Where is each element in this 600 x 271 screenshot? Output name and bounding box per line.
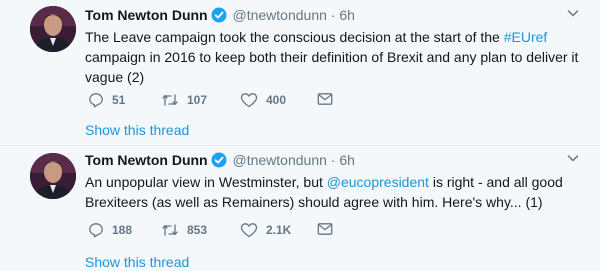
tweet-actions: 51 107 400: [85, 92, 485, 110]
reply-icon: [89, 93, 103, 108]
tweet[interactable]: Tom Newton Dunn @tnewtondunn · 6h The Le…: [0, 0, 600, 146]
avatar[interactable]: [30, 153, 76, 199]
show-thread-link[interactable]: Show this thread: [85, 254, 189, 270]
author-name[interactable]: Tom Newton Dunn: [85, 7, 208, 23]
tweet-actions: 188 853 2.1K: [85, 222, 485, 240]
retweet-count: 853: [187, 223, 208, 237]
tweet-body: Tom Newton Dunn @tnewtondunn · 6h The Le…: [85, 6, 580, 138]
retweet-button[interactable]: 107: [161, 92, 207, 108]
separator-dot: ·: [330, 152, 336, 168]
reply-count: 51: [112, 93, 126, 107]
retweet-icon: [162, 224, 178, 236]
message-icon: [317, 93, 333, 105]
chevron-down-icon[interactable]: [566, 151, 580, 165]
tweet-header: Tom Newton Dunn @tnewtondunn · 6h: [85, 6, 580, 27]
verified-badge-icon: [211, 7, 227, 27]
reply-icon: [89, 223, 103, 238]
reply-button[interactable]: 188: [88, 222, 132, 238]
tweet-text-segment: The Leave campaign took the conscious de…: [85, 29, 504, 45]
tweet-header: Tom Newton Dunn @tnewtondunn · 6h: [85, 151, 580, 172]
hashtag-link[interactable]: #EUref: [504, 29, 548, 45]
like-button[interactable]: 2.1K: [240, 222, 291, 238]
tweet-text-segment: An unpopular view in Westminster, but: [85, 174, 327, 190]
timestamp[interactable]: 6h: [339, 7, 355, 23]
reply-button[interactable]: 51: [88, 92, 125, 108]
like-count: 2.1K: [266, 223, 292, 237]
message-icon: [317, 223, 333, 235]
reply-count: 188: [112, 223, 133, 237]
verified-badge-icon: [211, 152, 227, 172]
show-thread-link[interactable]: Show this thread: [85, 122, 189, 138]
tweet-text: An unpopular view in Westminster, but @e…: [85, 172, 580, 212]
mention-link[interactable]: @eucopresident: [327, 174, 429, 190]
author-handle[interactable]: @tnewtondunn: [233, 7, 327, 23]
message-button[interactable]: [317, 222, 333, 236]
tweet-text: The Leave campaign took the conscious de…: [85, 27, 580, 87]
message-button[interactable]: [317, 92, 333, 106]
retweet-button[interactable]: 853: [161, 222, 207, 238]
avatar[interactable]: [30, 6, 76, 52]
chevron-down-icon[interactable]: [566, 6, 580, 20]
retweet-count: 107: [187, 93, 208, 107]
like-icon: [240, 223, 258, 238]
tweet[interactable]: Tom Newton Dunn @tnewtondunn · 6h An unp…: [0, 146, 600, 271]
separator-dot: ·: [330, 7, 336, 23]
retweet-icon: [162, 94, 178, 106]
like-count: 400: [266, 93, 287, 107]
timestamp[interactable]: 6h: [339, 152, 355, 168]
like-button[interactable]: 400: [240, 92, 286, 108]
tweet-text-segment: campaign in 2016 to keep both their defi…: [85, 49, 579, 85]
author-handle[interactable]: @tnewtondunn: [233, 152, 327, 168]
author-name[interactable]: Tom Newton Dunn: [85, 152, 208, 168]
tweet-body: Tom Newton Dunn @tnewtondunn · 6h An unp…: [85, 151, 580, 270]
like-icon: [240, 93, 258, 108]
